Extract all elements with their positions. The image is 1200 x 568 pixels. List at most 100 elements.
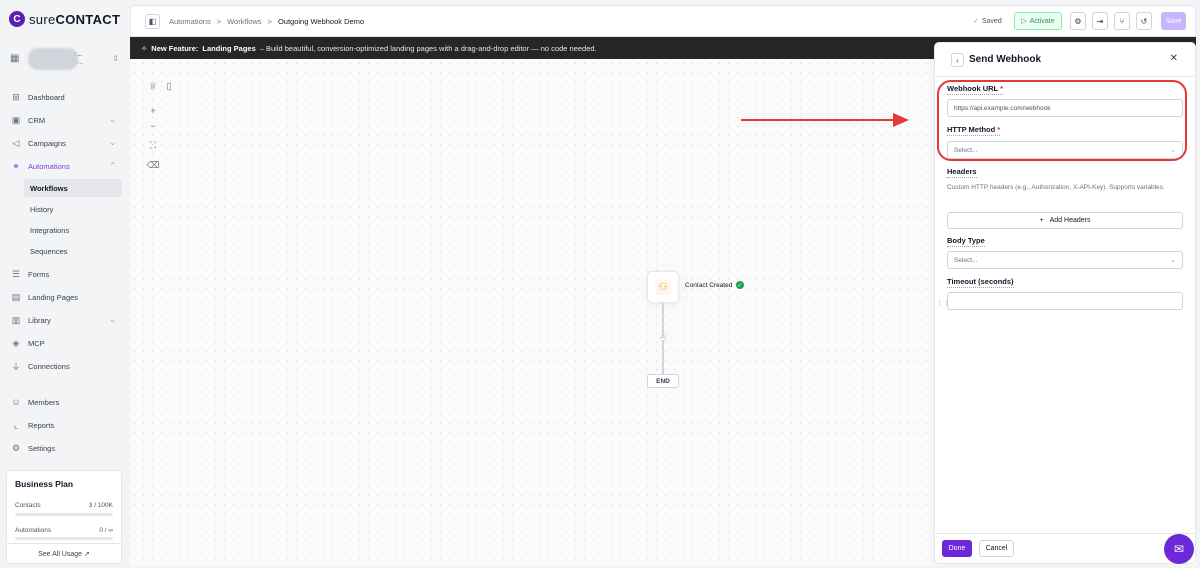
drag-handle-icon[interactable]: ⋮⋮ — [936, 299, 950, 307]
plan-automations-row: Automations 0 / ∞ — [15, 527, 113, 534]
sidebar-item-library[interactable]: ▥ Library ⌄ — [4, 311, 122, 329]
see-all-usage-link[interactable]: See All Usage ↗ — [7, 550, 121, 558]
user-plus-icon: ⚇ — [655, 279, 671, 295]
fit-view-icon[interactable]: ⛶ — [146, 138, 160, 152]
body-type-select[interactable]: Select... ⌄ — [947, 251, 1183, 269]
history-icon[interactable]: ↺ — [1136, 12, 1152, 30]
check-icon: ✓ — [973, 18, 979, 25]
brand-name-contact: CONTACT — [55, 11, 121, 27]
banner-highlight[interactable]: Landing Pages — [202, 44, 255, 53]
grid-icon: ⊞ — [12, 91, 20, 102]
top-bar: ◧ Automations > Workflows > Outgoing Web… — [130, 5, 1196, 37]
chart-icon: ⌞ — [13, 419, 19, 430]
sidebar: C sureCONTACT ▦ 's Orga...Worksp... ⇕ ⊞D… — [0, 0, 130, 568]
chevron-up-icon: ⌃ — [109, 161, 116, 170]
form-icon: ☰ — [11, 268, 21, 279]
sidebar-item-reports[interactable]: ⌞ Reports — [4, 416, 122, 434]
timeout-input[interactable] — [947, 292, 1183, 310]
sidebar-subitem-integrations[interactable]: Integrations — [24, 221, 122, 239]
breadcrumb-automations[interactable]: Automations — [169, 17, 211, 26]
library-icon: ▥ — [11, 314, 21, 325]
activate-button[interactable]: ▷ Activate — [1014, 12, 1062, 30]
flow-icon: ⚭ — [12, 160, 20, 171]
settings-icon[interactable]: ⚙ — [1070, 12, 1086, 30]
trigger-node[interactable]: ⚇ — [647, 271, 679, 303]
sidebar-subitem-history[interactable]: History — [24, 200, 122, 218]
plan-contacts-bar — [15, 513, 113, 516]
breadcrumb-workflows[interactable]: Workflows — [227, 17, 261, 26]
sidebar-item-automations[interactable]: ⚭ Automations ⌃ — [4, 157, 122, 175]
plug-icon: ⏚ — [11, 361, 21, 372]
sidebar-item-connections[interactable]: ⏚ Connections — [4, 357, 122, 375]
gear-icon: ⚙ — [11, 442, 21, 453]
sidebar-item-landing-pages[interactable]: ▤ Landing Pages — [4, 288, 122, 306]
play-icon: ▷ — [1021, 18, 1027, 25]
panel-title: Send Webhook — [969, 54, 1042, 65]
cancel-button[interactable]: Cancel — [979, 540, 1014, 557]
end-node: END — [647, 374, 679, 388]
plan-automations-value: 0 / ∞ — [99, 527, 113, 534]
org-switcher[interactable]: ▦ 's Orga...Worksp... ⇕ — [10, 46, 122, 72]
plan-contacts-row: Contacts 3 / 100K — [15, 502, 113, 509]
sidebar-item-forms[interactable]: ☰ Forms — [4, 265, 122, 283]
back-icon[interactable]: ‹ — [951, 53, 964, 67]
brand-logo[interactable]: C sureCONTACT — [9, 11, 120, 27]
add-headers-button[interactable]: + Add Headers — [947, 212, 1183, 229]
timeout-label: Timeout (seconds) — [947, 277, 1014, 288]
sidebar-item-settings[interactable]: ⚙ Settings — [4, 439, 122, 457]
annotation-arrow-icon — [741, 113, 909, 127]
plan-contacts-value: 3 / 100K — [88, 502, 113, 509]
sidebar-item-crm[interactable]: ▣ CRM ⌄ — [4, 111, 122, 129]
chevron-down-icon: ⌄ — [109, 115, 116, 124]
eraser-icon[interactable]: ⌫ — [146, 158, 160, 172]
brand-name-sure: sure — [29, 11, 56, 27]
breadcrumb-separator: > — [216, 17, 222, 26]
body-type-label: Body Type — [947, 236, 985, 247]
plan-card: Business Plan Contacts 3 / 100K Automatio… — [6, 470, 122, 564]
plus-icon: + — [1039, 217, 1044, 224]
chevron-down-icon: ⌄ — [109, 315, 116, 324]
breadcrumb-current: Outgoing Webhook Demo — [277, 17, 365, 26]
trophy-icon[interactable]: ♕ — [146, 79, 160, 93]
chevron-updown-icon: ⇕ — [112, 54, 119, 63]
done-button[interactable]: Done — [942, 540, 972, 557]
breadcrumb: Automations > Workflows > Outgoing Webho… — [169, 17, 364, 26]
sidebar-subitem-sequences[interactable]: Sequences — [24, 242, 122, 260]
sidebar-item-mcp[interactable]: ◈ MCP — [4, 334, 122, 352]
annotation-highlight-ring — [937, 80, 1187, 161]
success-check-icon: ✓ — [736, 281, 744, 289]
chevron-down-icon: ⌄ — [1170, 257, 1176, 264]
address-book-icon: ▣ — [11, 114, 21, 125]
panel-footer-divider — [935, 533, 1195, 534]
headers-label: Headers — [947, 167, 977, 178]
plan-automations-bar — [15, 537, 113, 540]
sidebar-item-members[interactable]: ☺ Members — [4, 393, 122, 411]
chevron-down-icon: ⌄ — [109, 138, 116, 147]
building-icon: ▦ — [10, 53, 20, 64]
close-icon[interactable]: ✕ — [1170, 53, 1178, 64]
layout-icon: ▤ — [11, 291, 21, 302]
panel-divider — [935, 76, 1195, 77]
saved-status: ✓ Saved — [973, 18, 1002, 25]
plan-divider — [7, 543, 121, 544]
add-step-icon[interactable]: + — [660, 335, 666, 341]
sidebar-item-campaigns[interactable]: ◁ Campaigns ⌄ — [4, 134, 122, 152]
sidebar-item-dashboard[interactable]: ⊞ Dashboard — [4, 88, 122, 106]
mcp-icon: ◈ — [12, 337, 20, 348]
zoom-in-icon[interactable]: + — [146, 104, 160, 118]
zoom-out-icon[interactable]: − — [146, 119, 160, 133]
sidebar-toggle-icon[interactable]: ◧ — [145, 14, 160, 29]
sparkle-icon: ✧ — [141, 43, 148, 53]
plan-title: Business Plan — [15, 479, 74, 489]
trigger-label: Contact Created — [685, 282, 733, 289]
save-button[interactable]: Save — [1161, 12, 1186, 30]
exit-icon[interactable]: ⇥ — [1092, 12, 1108, 30]
layout-toggle-icon[interactable]: ▯ — [162, 79, 176, 93]
sidebar-subitem-workflows[interactable]: Workflows — [24, 179, 122, 197]
headers-hint: Custom HTTP headers (e.g., Authorization… — [947, 184, 1165, 191]
chat-support-icon[interactable]: ✉ — [1164, 534, 1194, 564]
logo-icon: C — [9, 11, 25, 27]
banner-prefix: New Feature: — [151, 43, 199, 53]
users-icon: ☺ — [11, 397, 21, 407]
branch-icon[interactable]: ⑂ — [1114, 12, 1130, 30]
